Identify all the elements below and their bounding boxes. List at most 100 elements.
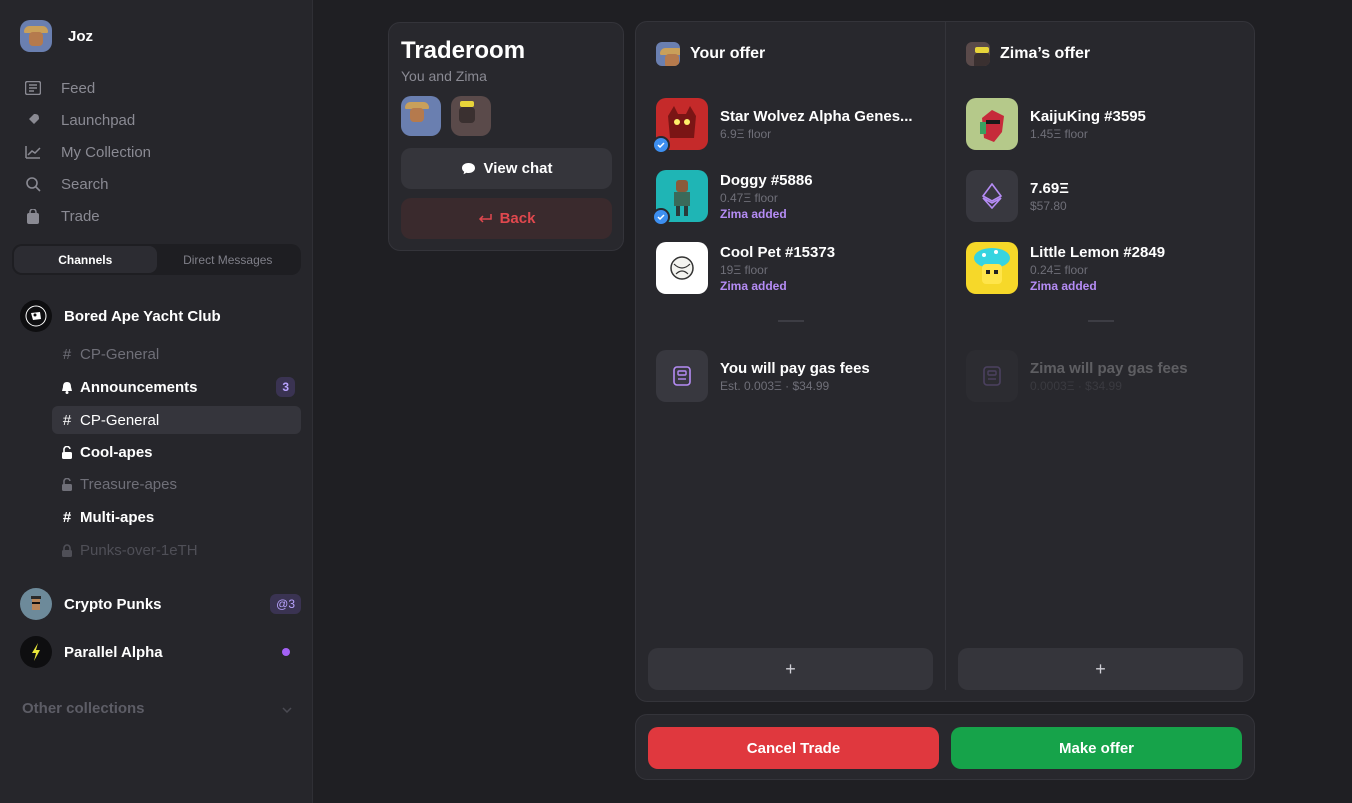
item-name: Doggy #5886 bbox=[720, 171, 813, 189]
user-avatar bbox=[20, 20, 52, 52]
channel-label: Cool-apes bbox=[80, 443, 153, 461]
collection-bored-ape-yacht-club[interactable]: Bored Ape Yacht Club bbox=[20, 300, 300, 332]
nft-thumbnail bbox=[966, 98, 1018, 150]
gas-fee-info: You will pay gas fees Est. 0.003Ξ · $34.… bbox=[656, 350, 870, 402]
tab-channels[interactable]: Channels bbox=[14, 246, 157, 273]
offer-item-cool-pet[interactable]: Cool Pet #15373 19Ξ floor Zima added bbox=[656, 242, 835, 294]
item-name: Star Wolvez Alpha Genes... bbox=[720, 107, 913, 125]
hash-icon: # bbox=[62, 508, 72, 526]
crypto-punks-logo bbox=[20, 588, 52, 620]
item-added-by: Zima added bbox=[720, 206, 787, 221]
collection-name: Bored Ape Yacht Club bbox=[64, 307, 221, 325]
unread-badge: 3 bbox=[276, 377, 295, 397]
offer-item-star-wolvez[interactable]: Star Wolvez Alpha Genes... 6.9Ξ floor bbox=[652, 98, 913, 154]
verified-icon bbox=[652, 208, 670, 226]
chat-bubble-icon bbox=[461, 162, 476, 175]
zima-offer-header: Zima’s offer bbox=[966, 42, 1090, 66]
item-name: 7.69Ξ bbox=[1030, 179, 1069, 197]
collection-parallel-alpha[interactable]: Parallel Alpha bbox=[20, 636, 300, 668]
verified-icon bbox=[652, 136, 670, 154]
your-offer-header: Your offer bbox=[656, 42, 765, 66]
search-icon bbox=[24, 175, 42, 193]
nav-label: Launchpad bbox=[61, 111, 136, 129]
lock-icon bbox=[60, 543, 74, 557]
nav-label: Trade bbox=[61, 207, 100, 225]
channel-cp-general[interactable]: # CP-General bbox=[52, 340, 301, 368]
participant-avatar-joz[interactable] bbox=[401, 96, 441, 136]
channel-cp-general-active[interactable]: # CP-General bbox=[52, 406, 301, 434]
item-name: Cool Pet #15373 bbox=[720, 243, 836, 261]
user-profile[interactable]: Joz bbox=[20, 20, 93, 52]
offer-item-doggy[interactable]: Doggy #5886 0.47Ξ floor Zima added bbox=[652, 170, 813, 226]
channel-treasure-apes[interactable]: Treasure-apes bbox=[52, 470, 301, 498]
traderoom-card: Traderoom You and Zima View chat Back bbox=[388, 22, 624, 251]
unread-dot bbox=[282, 648, 290, 656]
nft-thumbnail bbox=[966, 242, 1018, 294]
traderoom-title: Traderoom bbox=[401, 37, 526, 64]
channel-multi-apes[interactable]: # Multi-apes bbox=[52, 503, 301, 531]
item-name: KaijuKing #3595 bbox=[1030, 107, 1146, 125]
chevron-down-icon bbox=[282, 700, 292, 717]
nav-item-launchpad[interactable]: Launchpad bbox=[24, 104, 151, 136]
view-chat-label: View chat bbox=[483, 160, 553, 177]
nav-item-trade[interactable]: Trade bbox=[24, 200, 151, 232]
offer-item-eth[interactable]: 7.69Ξ $57.80 bbox=[966, 170, 1069, 222]
item-floor: 6.9Ξ floor bbox=[720, 126, 772, 141]
nav-label: Search bbox=[61, 175, 109, 193]
channel-cool-apes[interactable]: Cool-apes bbox=[52, 438, 301, 466]
gas-pump-icon bbox=[966, 350, 1018, 402]
nav-label: My Collection bbox=[61, 143, 152, 161]
gas-pump-icon bbox=[656, 350, 708, 402]
add-zima-item-button[interactable]: + bbox=[958, 648, 1243, 690]
view-chat-button[interactable]: View chat bbox=[401, 148, 612, 189]
offer-item-kaijuking[interactable]: KaijuKing #3595 1.45Ξ floor bbox=[966, 98, 1146, 150]
hash-icon: # bbox=[62, 411, 72, 429]
nav-label: Feed bbox=[61, 79, 96, 97]
gas-fee-info-zima: Zima will pay gas fees 0.0003Ξ · $34.99 bbox=[966, 350, 1188, 402]
user-name: Joz bbox=[68, 27, 94, 45]
channel-announcements[interactable]: Announcements 3 bbox=[52, 373, 301, 401]
section-separator bbox=[778, 320, 804, 322]
channel-punks-over-1eth[interactable]: Punks-over-1eTH bbox=[52, 536, 301, 564]
channel-label: Punks-over-1eTH bbox=[80, 541, 198, 559]
item-floor: 0.47Ξ floor bbox=[720, 190, 778, 205]
nav-item-search[interactable]: Search bbox=[24, 168, 151, 200]
participant-avatar-zima[interactable] bbox=[451, 96, 491, 136]
other-collections-label: Other collections bbox=[22, 700, 145, 717]
offer-item-little-lemon[interactable]: Little Lemon #2849 0.24Ξ floor Zima adde… bbox=[966, 242, 1165, 294]
participants bbox=[401, 96, 491, 136]
zima-avatar bbox=[966, 42, 990, 66]
your-avatar bbox=[656, 42, 680, 66]
ethereum-icon bbox=[966, 170, 1018, 222]
item-floor: 0.24Ξ floor bbox=[1030, 262, 1088, 277]
nav-item-feed[interactable]: Feed bbox=[24, 72, 151, 104]
main-nav: Feed Launchpad My Collection Search Trad… bbox=[24, 72, 151, 232]
bayc-logo bbox=[20, 300, 52, 332]
channel-tabs: Channels Direct Messages bbox=[12, 244, 301, 275]
parallel-alpha-logo bbox=[20, 636, 52, 668]
back-button[interactable]: Back bbox=[401, 198, 612, 239]
section-separator bbox=[1088, 320, 1114, 322]
other-collections-toggle[interactable]: Other collections bbox=[22, 700, 292, 717]
tab-direct-messages[interactable]: Direct Messages bbox=[157, 246, 300, 273]
collection-crypto-punks[interactable]: Crypto Punks @3 bbox=[20, 588, 301, 620]
make-offer-button[interactable]: Make offer bbox=[951, 727, 1242, 769]
item-name: Little Lemon #2849 bbox=[1030, 243, 1166, 261]
nav-item-my-collection[interactable]: My Collection bbox=[24, 136, 151, 168]
trade-actions: Cancel Trade Make offer bbox=[635, 714, 1255, 780]
bag-icon bbox=[24, 207, 42, 225]
unlock-icon bbox=[60, 445, 74, 459]
collection-name: Crypto Punks bbox=[64, 595, 162, 613]
channel-label: CP-General bbox=[80, 345, 160, 363]
sidebar: Joz Feed Launchpad My Collection Search bbox=[0, 0, 313, 803]
chart-icon bbox=[24, 143, 42, 161]
hash-icon: # bbox=[62, 345, 72, 363]
nft-thumbnail bbox=[652, 98, 708, 154]
add-your-item-button[interactable]: + bbox=[648, 648, 933, 690]
cancel-trade-button[interactable]: Cancel Trade bbox=[648, 727, 939, 769]
unlock-icon bbox=[60, 477, 74, 491]
channel-label: Treasure-apes bbox=[80, 475, 177, 493]
nft-thumbnail bbox=[656, 242, 708, 294]
item-floor: 19Ξ floor bbox=[720, 262, 768, 277]
gas-fee-title: Zima will pay gas fees bbox=[1030, 359, 1188, 377]
